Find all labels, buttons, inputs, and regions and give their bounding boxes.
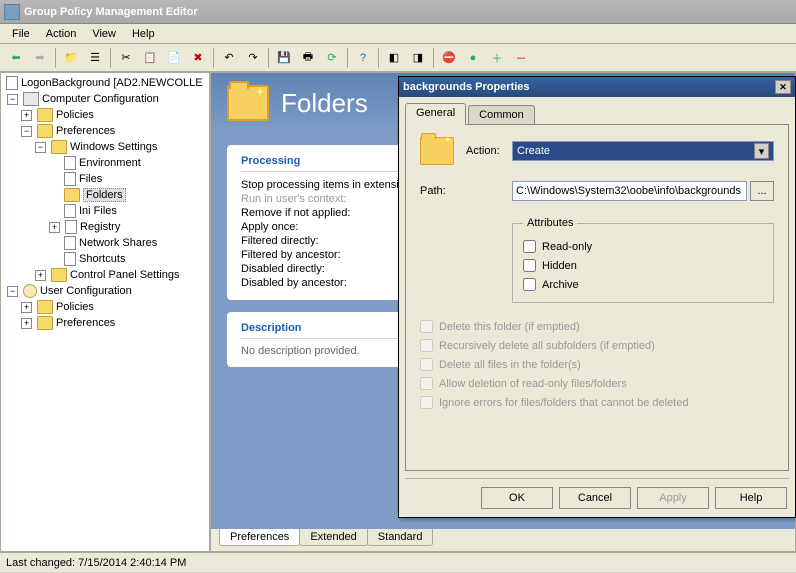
tree-computer-config[interactable]: −Computer Configuration — [3, 91, 207, 107]
back-icon[interactable]: ⬅ — [5, 47, 27, 69]
tree-user-policies[interactable]: +Policies — [3, 299, 207, 315]
path-label: Path: — [420, 185, 512, 197]
tree-control-panel[interactable]: +Control Panel Settings — [3, 267, 207, 283]
tree-registry[interactable]: +Registry — [3, 219, 207, 235]
tree-root[interactable]: LogonBackground [AD2.NEWCOLLE — [3, 75, 207, 91]
checkbox-hidden[interactable]: Hidden — [523, 256, 763, 275]
expand-icon[interactable]: + — [49, 222, 60, 233]
checkbox-archive[interactable]: Archive — [523, 275, 763, 294]
add-icon[interactable]: ＋ — [486, 47, 508, 69]
paste-icon[interactable]: 📄 — [163, 47, 185, 69]
help-icon[interactable]: ? — [352, 47, 374, 69]
menu-action[interactable]: Action — [38, 26, 85, 42]
option-checkbox: Recursively delete all subfolders (if em… — [420, 336, 774, 355]
tab-standard[interactable]: Standard — [367, 529, 434, 546]
stop-icon[interactable]: ⛔ — [438, 47, 460, 69]
window-title: Group Policy Management Editor — [24, 6, 198, 18]
option-checkbox: Ignore errors for files/folders that can… — [420, 393, 774, 412]
tree-ini-files[interactable]: Ini Files — [3, 203, 207, 219]
tree-user-preferences[interactable]: +Preferences — [3, 315, 207, 331]
ok-button[interactable]: OK — [481, 487, 553, 509]
collapse-icon[interactable]: − — [7, 286, 18, 297]
path-input[interactable] — [512, 181, 747, 201]
tool2-icon[interactable]: ◨ — [407, 47, 429, 69]
app-icon — [4, 4, 20, 20]
attributes-legend: Attributes — [523, 217, 577, 229]
dialog-body: Action: Create ▾ Path: ... Attributes Re… — [405, 124, 789, 471]
folder-icon — [227, 85, 269, 121]
page-title: Folders — [281, 88, 368, 119]
collapse-icon[interactable]: − — [35, 142, 46, 153]
tree-folders[interactable]: Folders — [3, 187, 207, 203]
refresh-icon[interactable]: ⟳ — [321, 47, 343, 69]
delete-icon[interactable]: ✖ — [187, 47, 209, 69]
attributes-fieldset: Attributes Read-only Hidden Archive — [512, 217, 774, 303]
collapse-icon[interactable]: − — [21, 126, 32, 137]
redo-icon[interactable]: ↷ — [242, 47, 264, 69]
toolbar: ⬅ ➡ 📁 ☰ ✂ 📋 📄 ✖ ↶ ↷ 💾 🖶 ⟳ ? ◧ ◨ ⛔ ● ＋ － — [0, 44, 796, 72]
tab-common[interactable]: Common — [468, 105, 535, 125]
print-icon[interactable]: 🖶 — [297, 47, 319, 69]
list-icon[interactable]: ☰ — [84, 47, 106, 69]
menu-file[interactable]: File — [4, 26, 38, 42]
expand-icon[interactable]: + — [35, 270, 46, 281]
tree-windows-settings[interactable]: −Windows Settings — [3, 139, 207, 155]
up-icon[interactable]: 📁 — [60, 47, 82, 69]
action-select[interactable]: Create ▾ — [512, 141, 774, 161]
expand-icon[interactable]: + — [21, 302, 32, 313]
readonly-checkbox[interactable] — [523, 240, 536, 253]
browse-button[interactable]: ... — [750, 181, 774, 201]
tree-files[interactable]: Files — [3, 171, 207, 187]
tab-preferences[interactable]: Preferences — [219, 529, 300, 546]
tree-user-config[interactable]: −User Configuration — [3, 283, 207, 299]
tool1-icon[interactable]: ◧ — [383, 47, 405, 69]
menu-help[interactable]: Help — [124, 26, 163, 42]
chevron-down-icon[interactable]: ▾ — [754, 143, 769, 159]
folder-icon — [420, 137, 454, 165]
dialog-tabs: General Common — [399, 97, 795, 125]
dialog-titlebar[interactable]: backgrounds Properties ✕ — [399, 77, 795, 97]
remove-icon[interactable]: － — [510, 47, 532, 69]
option-checkbox: Delete all files in the folder(s) — [420, 355, 774, 374]
apply-button[interactable]: Apply — [637, 487, 709, 509]
forward-icon[interactable]: ➡ — [29, 47, 51, 69]
expand-icon[interactable]: + — [21, 110, 32, 121]
bottom-tabs: Preferences Extended Standard — [211, 529, 795, 551]
menubar: File Action View Help — [0, 24, 796, 44]
tree-environment[interactable]: Environment — [3, 155, 207, 171]
statusbar: Last changed: 7/15/2014 2:40:14 PM — [0, 552, 796, 572]
hidden-checkbox[interactable] — [523, 259, 536, 272]
properties-dialog: backgrounds Properties ✕ General Common … — [398, 76, 796, 518]
cut-icon[interactable]: ✂ — [115, 47, 137, 69]
dialog-buttons: OK Cancel Apply Help — [399, 479, 795, 517]
checkbox-readonly[interactable]: Read-only — [523, 237, 763, 256]
menu-view[interactable]: View — [84, 26, 124, 42]
action-value: Create — [517, 145, 550, 157]
window-titlebar: Group Policy Management Editor — [0, 0, 796, 24]
collapse-icon[interactable]: − — [7, 94, 18, 105]
archive-checkbox[interactable] — [523, 278, 536, 291]
tree-network-shares[interactable]: Network Shares — [3, 235, 207, 251]
action-label: Action: — [466, 145, 512, 157]
go-icon[interactable]: ● — [462, 47, 484, 69]
tree-panel[interactable]: LogonBackground [AD2.NEWCOLLE −Computer … — [0, 72, 210, 552]
dialog-title: backgrounds Properties — [403, 81, 530, 93]
undo-icon[interactable]: ↶ — [218, 47, 240, 69]
status-text: Last changed: 7/15/2014 2:40:14 PM — [6, 557, 186, 569]
tab-general[interactable]: General — [405, 103, 466, 125]
close-icon[interactable]: ✕ — [775, 80, 791, 94]
option-checkbox: Delete this folder (if emptied) — [420, 317, 774, 336]
cancel-button[interactable]: Cancel — [559, 487, 631, 509]
tree-policies[interactable]: +Policies — [3, 107, 207, 123]
help-button[interactable]: Help — [715, 487, 787, 509]
option-checkbox: Allow deletion of read-only files/folder… — [420, 374, 774, 393]
tree-shortcuts[interactable]: Shortcuts — [3, 251, 207, 267]
copy-icon[interactable]: 📋 — [139, 47, 161, 69]
tab-extended[interactable]: Extended — [299, 529, 367, 546]
expand-icon[interactable]: + — [21, 318, 32, 329]
save-icon[interactable]: 💾 — [273, 47, 295, 69]
tree-preferences[interactable]: −Preferences — [3, 123, 207, 139]
